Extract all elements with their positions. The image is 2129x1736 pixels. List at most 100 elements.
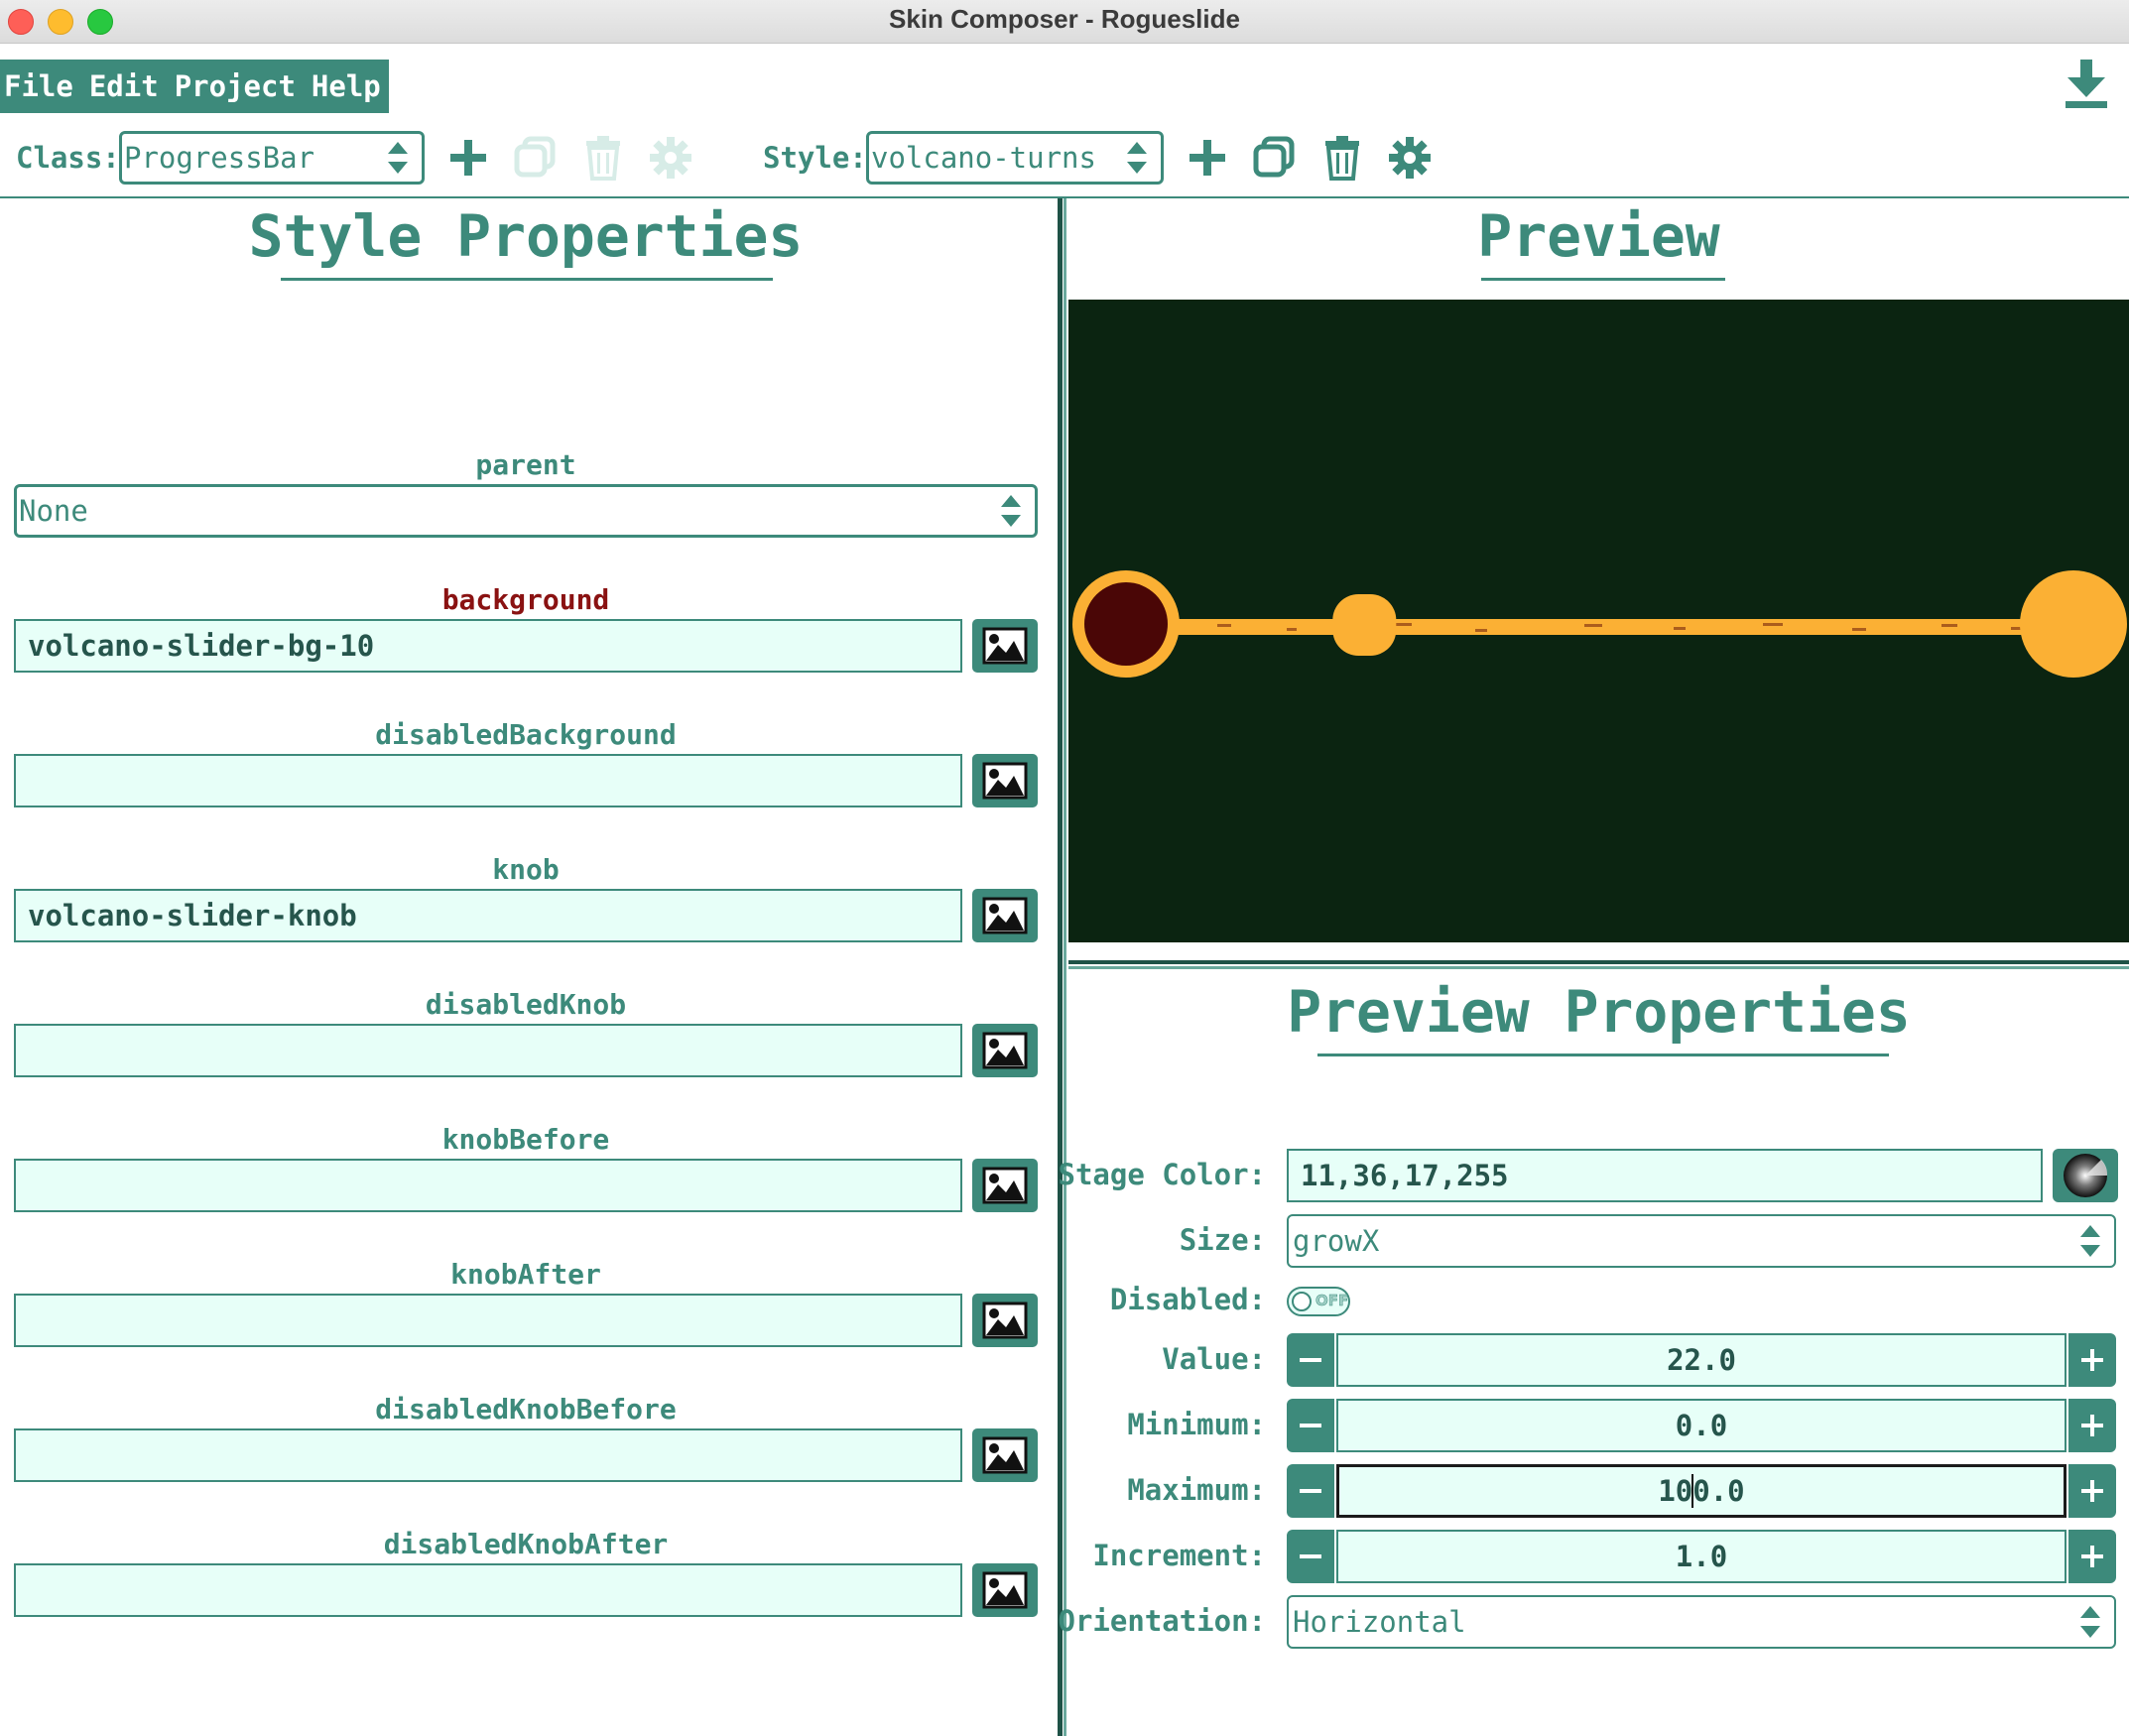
field-label-7: disabledKnobAfter xyxy=(383,1528,669,1560)
drawable-field-4[interactable] xyxy=(14,1159,962,1212)
stage-color-field[interactable]: 11,36,17,255 xyxy=(1287,1149,2043,1202)
menu-project[interactable]: Project xyxy=(175,69,296,103)
style-properties-underline xyxy=(281,278,773,281)
style-properties-title: Style Properties xyxy=(248,202,804,270)
class-select-value: ProgressBar xyxy=(124,141,315,175)
slider-left-end-inner xyxy=(1084,582,1168,666)
slider-track xyxy=(1128,619,2105,635)
menu-file[interactable]: File xyxy=(4,69,73,103)
download-icon[interactable] xyxy=(2064,60,2109,109)
menu-bar: File Edit Project Help xyxy=(0,60,389,113)
drawable-field-1[interactable] xyxy=(14,754,962,807)
increment-field[interactable]: 1.0 xyxy=(1336,1530,2066,1583)
choose-drawable-button-1[interactable] xyxy=(972,754,1038,807)
increment-decrement-button[interactable] xyxy=(1287,1530,1334,1583)
drawable-field-0[interactable]: volcano-slider-bg-10 xyxy=(14,619,962,673)
field-label-0: background xyxy=(441,583,610,616)
value-label: Value: xyxy=(1162,1342,1266,1376)
minus-icon xyxy=(1300,1489,1321,1493)
field-label-2: knob xyxy=(492,853,560,886)
choose-drawable-button-0[interactable] xyxy=(972,619,1038,673)
window-title-bar: Skin Composer - Rogueslide xyxy=(0,0,2129,44)
parent-select[interactable]: None xyxy=(14,484,1038,538)
increment-label: Increment: xyxy=(1092,1539,1266,1572)
value-decrement-button[interactable] xyxy=(1287,1333,1334,1387)
toggle-state-text: OFF xyxy=(1315,1292,1349,1310)
delete-class-icon xyxy=(586,136,620,181)
value-field[interactable]: 22.0 xyxy=(1336,1333,2066,1387)
minus-icon xyxy=(1300,1358,1321,1362)
preview-progress-bar xyxy=(1072,570,2127,678)
minimum-field[interactable]: 0.0 xyxy=(1336,1399,2066,1452)
slider-knob xyxy=(1332,594,1397,656)
minimum-label: Minimum: xyxy=(1127,1408,1266,1441)
drawable-field-5[interactable] xyxy=(14,1294,962,1347)
class-select[interactable]: ProgressBar xyxy=(119,131,425,185)
image-icon xyxy=(982,897,1028,934)
image-icon xyxy=(982,1436,1028,1474)
maximum-field[interactable]: 10 0.0 xyxy=(1336,1464,2066,1518)
preview-split-divider[interactable] xyxy=(1068,960,2129,969)
plus-icon xyxy=(2081,1546,2103,1567)
choose-drawable-button-2[interactable] xyxy=(972,889,1038,942)
minimum-decrement-button[interactable] xyxy=(1287,1399,1334,1452)
minimum-increment-button[interactable] xyxy=(2068,1399,2116,1452)
field-label-3: disabledKnob xyxy=(425,988,627,1021)
size-select[interactable]: growX xyxy=(1287,1214,2116,1268)
slider-right-end xyxy=(2020,570,2127,678)
drawable-field-7[interactable] xyxy=(14,1563,962,1617)
image-icon xyxy=(982,1032,1028,1069)
style-select[interactable]: volcano-turns xyxy=(866,131,1164,185)
maximum-text-after-caret: 0.0 xyxy=(1692,1474,1745,1508)
preview-properties-title: Preview Properties xyxy=(1287,978,1911,1046)
image-icon xyxy=(982,1167,1028,1204)
select-arrows-icon xyxy=(2080,1225,2100,1257)
size-label: Size: xyxy=(1179,1223,1266,1257)
preview-properties-underline xyxy=(1317,1054,1889,1056)
drawable-field-3[interactable] xyxy=(14,1024,962,1077)
orientation-select[interactable]: Horizontal xyxy=(1287,1595,2116,1649)
style-settings-icon[interactable] xyxy=(1385,133,1435,183)
window-title: Skin Composer - Rogueslide xyxy=(889,4,1240,34)
plus-icon xyxy=(2081,1480,2103,1502)
increment-increment-button[interactable] xyxy=(2068,1530,2116,1583)
preview-title: Preview xyxy=(1477,202,1720,270)
orientation-label: Orientation: xyxy=(1058,1604,1266,1638)
color-picker-button[interactable] xyxy=(2053,1149,2118,1202)
minus-icon xyxy=(1300,1554,1321,1558)
disabled-toggle[interactable]: OFF xyxy=(1287,1287,1350,1316)
style-select-value: volcano-turns xyxy=(871,141,1096,175)
toggle-knob xyxy=(1292,1292,1312,1311)
image-icon xyxy=(982,762,1028,800)
choose-drawable-button-3[interactable] xyxy=(972,1024,1038,1077)
value-increment-button[interactable] xyxy=(2068,1333,2116,1387)
field-label-1: disabledBackground xyxy=(375,718,677,751)
select-arrows-icon xyxy=(1127,142,1147,174)
image-icon xyxy=(982,627,1028,665)
duplicate-style-icon[interactable] xyxy=(1250,133,1300,183)
maximum-decrement-button[interactable] xyxy=(1287,1464,1334,1518)
stage-color-label: Stage Color: xyxy=(1058,1158,1266,1191)
menu-edit[interactable]: Edit xyxy=(89,69,159,103)
class-label: Class: xyxy=(16,141,120,175)
field-label-4: knobBefore xyxy=(441,1123,610,1156)
delete-style-icon[interactable] xyxy=(1317,133,1367,183)
drawable-field-2[interactable]: volcano-slider-knob xyxy=(14,889,962,942)
maximum-spinner: 10 0.0 xyxy=(1287,1464,2116,1518)
plus-icon xyxy=(2081,1349,2103,1371)
maximum-text-before-caret: 10 xyxy=(1658,1474,1693,1508)
field-label-6: disabledKnobBefore xyxy=(375,1393,677,1426)
orientation-select-value: Horizontal xyxy=(1293,1605,1466,1639)
maximum-increment-button[interactable] xyxy=(2068,1464,2116,1518)
preview-stage[interactable] xyxy=(1068,300,2129,942)
color-wheel-icon xyxy=(2064,1154,2108,1197)
drawable-field-6[interactable] xyxy=(14,1428,962,1482)
add-class-icon[interactable] xyxy=(443,133,493,183)
size-select-value: growX xyxy=(1293,1224,1380,1258)
menu-help[interactable]: Help xyxy=(312,69,381,103)
increment-spinner: 1.0 xyxy=(1287,1530,2116,1583)
add-style-icon[interactable] xyxy=(1183,133,1232,183)
duplicate-class-icon xyxy=(514,136,556,178)
image-icon xyxy=(982,1302,1028,1339)
class-settings-icon xyxy=(650,137,691,179)
